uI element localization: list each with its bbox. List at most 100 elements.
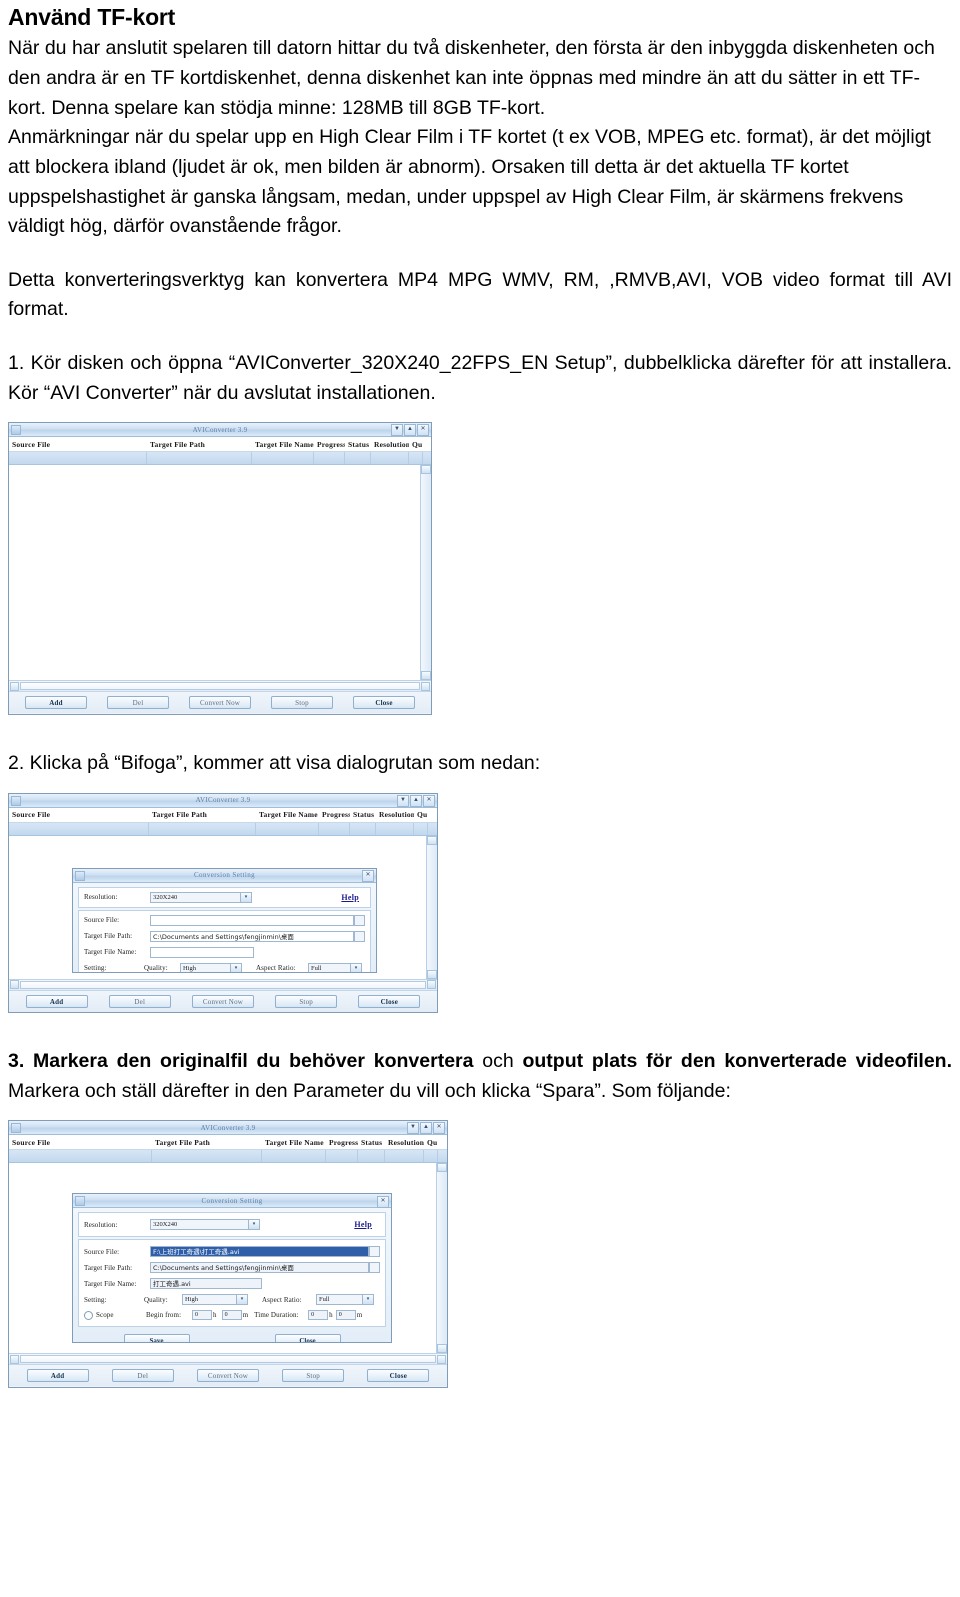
horizontal-scroll-track[interactable] — [20, 980, 426, 989]
target-file-path-input[interactable]: C:\Documents and Settings\fengjinmin\桌面 — [150, 1262, 369, 1274]
add-button[interactable]: Add — [25, 696, 87, 710]
resolution-select[interactable]: 320X240 ▾ — [150, 891, 252, 903]
scroll-left-arrow-icon[interactable] — [10, 1354, 19, 1364]
filter-cell[interactable] — [256, 822, 319, 835]
scroll-right-arrow-icon[interactable] — [421, 681, 430, 691]
chevron-down-icon[interactable]: ▾ — [236, 1295, 247, 1305]
system-menu-icon[interactable] — [11, 425, 21, 436]
dialog-close-icon[interactable]: ✕ — [377, 1195, 389, 1208]
add-button[interactable]: Add — [26, 1369, 89, 1383]
help-link[interactable]: Help — [354, 1220, 372, 1229]
quality-select[interactable]: High ▾ — [182, 1294, 248, 1306]
column-header-resolution[interactable]: Resolution — [371, 440, 409, 449]
column-header-quality[interactable]: Qu — [409, 440, 423, 449]
del-button[interactable]: Del — [108, 994, 171, 1008]
horizontal-scrollbar[interactable] — [9, 1353, 447, 1365]
help-link[interactable]: Help — [341, 893, 359, 902]
filter-cell[interactable] — [371, 452, 409, 465]
duration-minute-stepper[interactable]: 0 — [335, 1310, 356, 1321]
column-header-status[interactable]: Status — [345, 440, 371, 449]
scroll-down-arrow-icon[interactable] — [427, 969, 437, 979]
system-menu-icon[interactable] — [11, 795, 21, 806]
scope-radio[interactable] — [84, 1310, 93, 1320]
minimize-icon[interactable]: ▼ — [391, 424, 403, 437]
column-header-progress[interactable]: Progress — [314, 440, 345, 449]
chevron-down-icon[interactable]: ▾ — [350, 963, 361, 972]
file-list-body[interactable] — [9, 465, 431, 681]
horizontal-scrollbar[interactable] — [9, 978, 437, 990]
column-header-quality[interactable]: Qu — [424, 1138, 438, 1147]
filter-cell[interactable] — [262, 1150, 326, 1163]
close-button[interactable]: Close — [367, 1369, 430, 1383]
begin-minute-stepper[interactable]: 0 — [221, 1310, 242, 1321]
aspect-ratio-select[interactable]: Full ▾ — [316, 1294, 374, 1306]
column-header-status[interactable]: Status — [358, 1138, 385, 1147]
close-button[interactable]: Close — [353, 696, 415, 710]
minimize-icon[interactable]: ▼ — [407, 1122, 419, 1135]
target-file-name-input[interactable] — [150, 946, 254, 958]
column-header-source-file[interactable]: Source File — [9, 810, 149, 819]
filter-cell[interactable] — [424, 1150, 438, 1163]
column-header-progress[interactable]: Progress — [319, 810, 350, 819]
column-header-resolution[interactable]: Resolution — [376, 810, 414, 819]
quality-select[interactable]: High ▾ — [180, 962, 242, 972]
close-icon[interactable]: ✕ — [433, 1122, 445, 1135]
filter-cell[interactable] — [149, 822, 256, 835]
filter-cell[interactable] — [358, 1150, 385, 1163]
vertical-scrollbar[interactable] — [420, 465, 431, 681]
filter-cell[interactable] — [350, 822, 376, 835]
minimize-icon[interactable]: ▼ — [397, 794, 409, 807]
filter-cell[interactable] — [314, 452, 345, 465]
chevron-down-icon[interactable]: ▾ — [240, 892, 251, 902]
scroll-left-arrow-icon[interactable] — [10, 980, 19, 990]
close-button[interactable]: Close — [358, 994, 421, 1008]
horizontal-scroll-track[interactable] — [20, 682, 420, 691]
filter-cell[interactable] — [147, 452, 252, 465]
chevron-down-icon[interactable]: ▾ — [362, 1295, 373, 1305]
scroll-left-arrow-icon[interactable] — [10, 681, 19, 691]
column-header-target-file-path[interactable]: Target File Path — [147, 440, 252, 449]
add-button[interactable]: Add — [25, 994, 88, 1008]
target-file-name-input[interactable]: 打工奇遇.avi — [150, 1278, 262, 1290]
scroll-up-arrow-icon[interactable] — [427, 835, 437, 845]
column-header-target-file-path[interactable]: Target File Path — [149, 810, 256, 819]
aspect-ratio-select[interactable]: Full ▾ — [308, 962, 362, 972]
scroll-down-arrow-icon[interactable] — [437, 1344, 447, 1354]
vertical-scrollbar[interactable] — [436, 1163, 447, 1354]
maximize-icon[interactable]: ▲ — [410, 794, 422, 807]
column-header-quality[interactable]: Qu — [414, 810, 428, 819]
begin-hour-stepper[interactable]: 0 — [192, 1310, 212, 1321]
convert-now-button[interactable]: Convert Now — [189, 696, 251, 710]
filter-cell[interactable] — [319, 822, 350, 835]
chevron-down-icon[interactable]: ▾ — [248, 1220, 259, 1230]
scroll-down-arrow-icon[interactable] — [421, 671, 431, 681]
file-list-body[interactable]: Conversion Setting ✕ Resolution: 320X240… — [9, 835, 437, 979]
filter-cell[interactable] — [345, 452, 371, 465]
close-icon[interactable]: ✕ — [423, 794, 435, 807]
filter-cell[interactable] — [152, 1150, 262, 1163]
del-button[interactable]: Del — [107, 696, 169, 710]
column-header-target-file-path[interactable]: Target File Path — [152, 1138, 262, 1147]
scroll-right-arrow-icon[interactable] — [437, 1354, 446, 1364]
maximize-icon[interactable]: ▲ — [420, 1122, 432, 1135]
horizontal-scroll-track[interactable] — [20, 1355, 436, 1364]
column-header-resolution[interactable]: Resolution — [385, 1138, 424, 1147]
filter-cell[interactable] — [414, 822, 428, 835]
file-list-body[interactable]: Conversion Setting ✕ Resolution: 320X240… — [9, 1163, 447, 1354]
scroll-right-arrow-icon[interactable] — [427, 980, 436, 990]
stop-button[interactable]: Stop — [282, 1369, 345, 1383]
convert-now-button[interactable]: Convert Now — [196, 1369, 259, 1383]
column-header-target-file-name[interactable]: Target File Name — [262, 1138, 326, 1147]
maximize-icon[interactable]: ▲ — [404, 424, 416, 437]
del-button[interactable]: Del — [111, 1369, 174, 1383]
source-file-input[interactable] — [150, 914, 354, 926]
column-header-progress[interactable]: Progress — [326, 1138, 358, 1147]
filter-cell[interactable] — [409, 452, 423, 465]
source-file-input[interactable]: F:\上班打工奇遇\打工奇遇.avi — [150, 1246, 369, 1258]
source-file-browse-button[interactable] — [369, 1246, 380, 1258]
vertical-scrollbar[interactable] — [426, 835, 437, 979]
column-header-source-file[interactable]: Source File — [9, 440, 147, 449]
target-file-path-browse-button[interactable] — [369, 1262, 380, 1274]
filter-cell[interactable] — [326, 1150, 358, 1163]
column-header-target-file-name[interactable]: Target File Name — [256, 810, 319, 819]
